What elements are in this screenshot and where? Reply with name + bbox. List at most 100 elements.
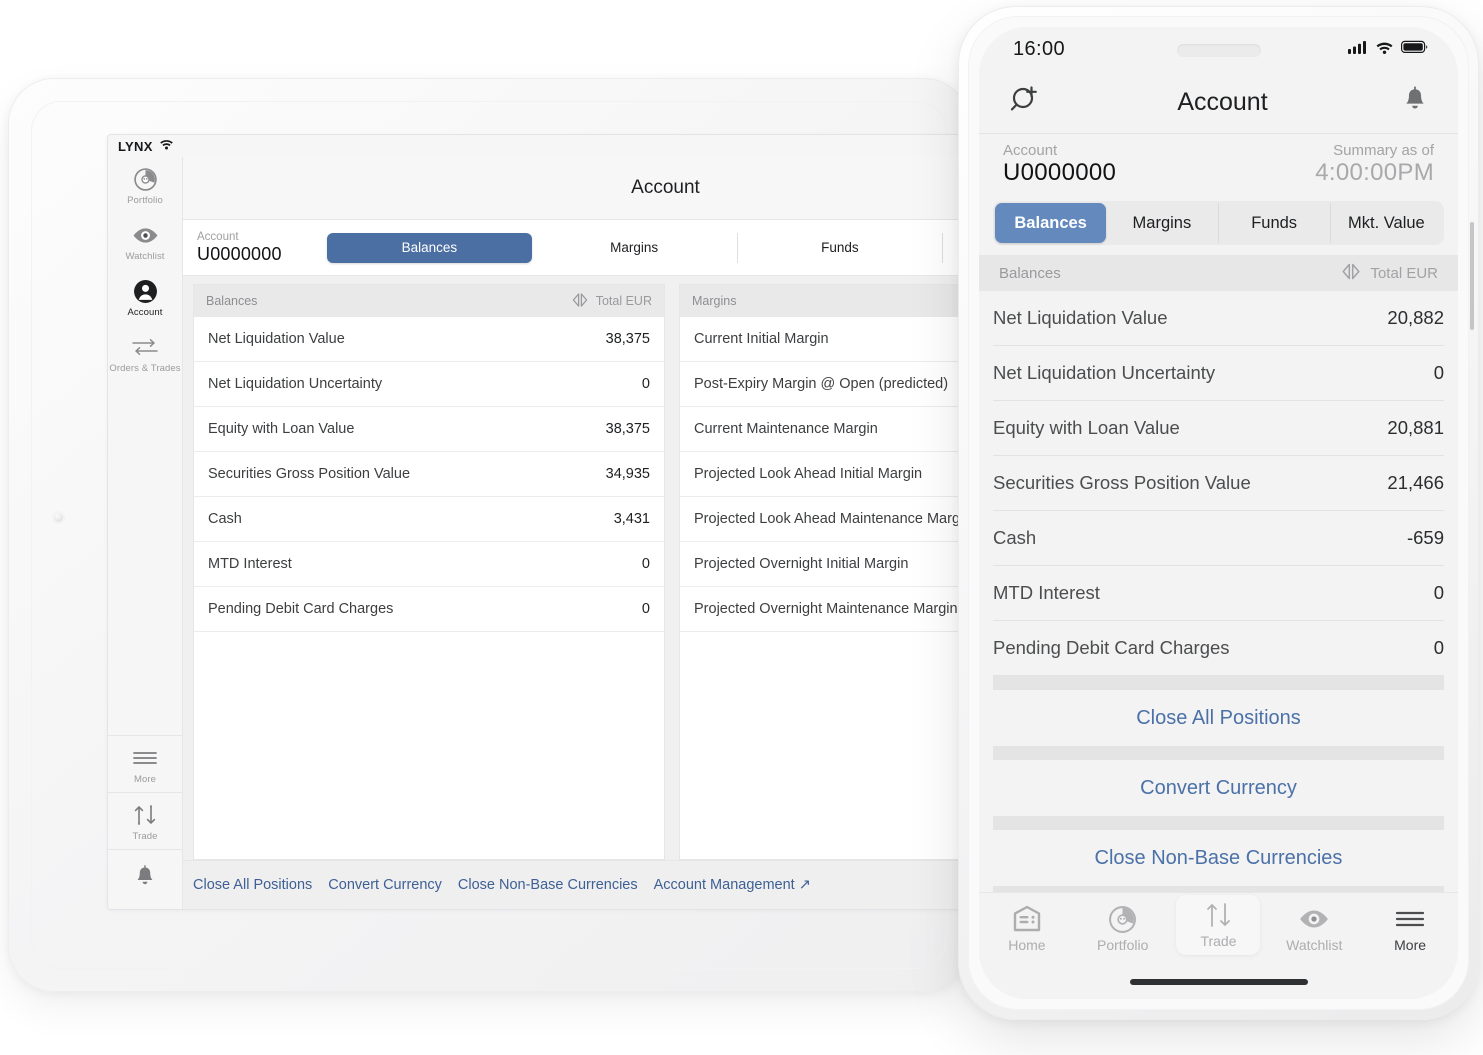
add-search-icon[interactable] <box>1009 84 1043 121</box>
orders-trades-arrows-icon <box>108 334 182 360</box>
account-number[interactable]: U0000000 <box>1003 159 1116 187</box>
row-value: -659 <box>1406 527 1444 548</box>
portfolio-icon <box>1081 903 1165 935</box>
sidebar-item-more[interactable]: More <box>108 735 182 792</box>
phone-status-bar: 16:00 <box>979 27 1458 71</box>
page-scrollbar[interactable] <box>1470 222 1474 330</box>
account-number: U0000000 <box>197 244 282 264</box>
nav-item-label: Watchlist <box>1286 937 1343 953</box>
row-label: Equity with Loan Value <box>993 417 1180 438</box>
currency-switch-icon <box>1339 262 1363 285</box>
hamburger-icon <box>1368 903 1452 935</box>
tab-balances[interactable]: Balances <box>327 232 532 263</box>
section-divider <box>993 816 1444 830</box>
close-non-base-currencies-button[interactable]: Close Non-Base Currencies <box>979 830 1458 886</box>
row-value: 0 <box>1433 637 1444 658</box>
bell-icon <box>108 864 182 890</box>
sidebar-item-account[interactable]: Account <box>108 269 182 325</box>
convert-currency-button[interactable]: Convert Currency <box>979 760 1458 816</box>
wifi-icon <box>1375 40 1394 59</box>
row-label: Projected Overnight Initial Margin <box>694 556 909 572</box>
currency-selector[interactable]: Total EUR <box>570 292 652 311</box>
bell-icon[interactable] <box>1402 85 1428 119</box>
eye-icon <box>1272 903 1356 935</box>
nav-item-portfolio[interactable]: Portfolio <box>1081 903 1165 953</box>
tab-funds[interactable]: Funds <box>738 232 944 263</box>
currency-selector[interactable]: Total EUR <box>1339 262 1438 285</box>
nav-item-watchlist[interactable]: Watchlist <box>1272 903 1356 953</box>
list-item[interactable]: Net Liquidation Uncertainty 0 <box>993 346 1444 401</box>
row-value: 0 <box>641 376 650 392</box>
nav-item-trade[interactable]: Trade <box>1176 895 1261 955</box>
list-item[interactable]: Cash -659 <box>993 511 1444 566</box>
balances-panel: Balances Total EUR Net Liquidation Value… <box>193 284 665 860</box>
tab-margins[interactable]: Margins <box>532 232 738 263</box>
row-label: Pending Debit Card Charges <box>993 637 1230 658</box>
convert-currency-link[interactable]: Convert Currency <box>328 877 442 893</box>
sidebar-item-label: Trade <box>132 831 158 842</box>
section-divider <box>993 676 1444 690</box>
sidebar-item-orders-trades[interactable]: Orders & Trades <box>108 325 182 381</box>
trade-arrows-icon <box>1176 899 1260 931</box>
account-management-link[interactable]: Account Management ↗ <box>654 877 811 893</box>
page-title: Account <box>1177 87 1268 116</box>
summary-time: 4:00:00PM <box>1315 159 1434 186</box>
tab-balances[interactable]: Balances <box>995 203 1107 243</box>
table-row[interactable]: Net Liquidation Uncertainty 0 <box>194 362 664 407</box>
currency-switch-icon <box>570 292 590 311</box>
account-person-icon <box>108 278 182 304</box>
balances-panel-header: Balances Total EUR <box>194 285 664 317</box>
summary-as-of-label: Summary as of <box>1333 142 1434 159</box>
sidebar-item-trade[interactable]: Trade <box>108 792 182 849</box>
table-row[interactable]: MTD Interest 0 <box>194 542 664 587</box>
tab-funds[interactable]: Funds <box>1219 203 1331 243</box>
table-row[interactable]: Net Liquidation Value 38,375 <box>194 317 664 362</box>
page-title: Account <box>631 177 700 198</box>
table-row[interactable]: Pending Debit Card Charges 0 <box>194 587 664 632</box>
table-row[interactable]: Securities Gross Position Value 34,935 <box>194 452 664 497</box>
nav-item-more[interactable]: More <box>1368 903 1452 953</box>
row-label: MTD Interest <box>993 582 1100 603</box>
list-item[interactable]: Securities Gross Position Value 21,466 <box>993 456 1444 511</box>
phone-account-labels: Account Summary as of <box>1003 142 1434 159</box>
table-row[interactable]: Cash 3,431 <box>194 497 664 542</box>
row-label: Projected Overnight Maintenance Margin <box>694 601 958 617</box>
tablet-sidebar: Portfolio Watchlist Account Orders & Tra… <box>108 157 183 909</box>
panel-title: Balances <box>206 294 258 308</box>
list-item[interactable]: Net Liquidation Value 20,882 <box>993 291 1444 346</box>
row-value: 20,882 <box>1387 307 1444 328</box>
row-value: 38,375 <box>605 331 650 347</box>
phone-list-header: Balances Total EUR <box>979 255 1458 291</box>
row-value: 0 <box>641 601 650 617</box>
trade-arrows-icon <box>108 802 182 828</box>
row-value: 21,466 <box>1387 472 1444 493</box>
section-divider <box>993 746 1444 760</box>
phone-device: 16:00 Account Account Summary as of U000… <box>958 6 1479 1020</box>
close-all-positions-button[interactable]: Close All Positions <box>979 690 1458 746</box>
phone-bezel: 16:00 Account Account Summary as of U000… <box>968 16 1469 1010</box>
battery-full-icon <box>1401 40 1428 59</box>
close-all-positions-link[interactable]: Close All Positions <box>193 877 312 893</box>
phone-app-screen: 16:00 Account Account Summary as of U000… <box>979 27 1458 999</box>
nav-item-home[interactable]: Home <box>985 903 1069 953</box>
nav-item-label: Portfolio <box>1097 937 1149 953</box>
account-selector[interactable]: Account U0000000 <box>197 230 327 265</box>
sidebar-item-label: Watchlist <box>125 251 165 262</box>
list-item[interactable]: Equity with Loan Value 20,881 <box>993 401 1444 456</box>
sidebar-item-portfolio[interactable]: Portfolio <box>108 157 182 213</box>
sidebar-item-label: Orders & Trades <box>109 363 181 374</box>
close-non-base-currencies-link[interactable]: Close Non-Base Currencies <box>458 877 638 893</box>
nav-item-label: Home <box>1008 937 1046 953</box>
table-row[interactable]: Equity with Loan Value 38,375 <box>194 407 664 452</box>
list-item[interactable]: Pending Debit Card Charges 0 <box>993 621 1444 676</box>
tab-margins[interactable]: Margins <box>1106 203 1219 243</box>
sidebar-item-notifications[interactable] <box>108 849 182 909</box>
sidebar-item-watchlist[interactable]: Watchlist <box>108 213 182 269</box>
wifi-icon <box>159 137 174 155</box>
sidebar-item-label: Portfolio <box>127 195 163 206</box>
phone-home-indicator <box>1129 979 1308 985</box>
list-item[interactable]: MTD Interest 0 <box>993 566 1444 621</box>
row-value: 34,935 <box>605 466 650 482</box>
tab-mkt-value[interactable]: Mkt. Value <box>1331 203 1442 243</box>
